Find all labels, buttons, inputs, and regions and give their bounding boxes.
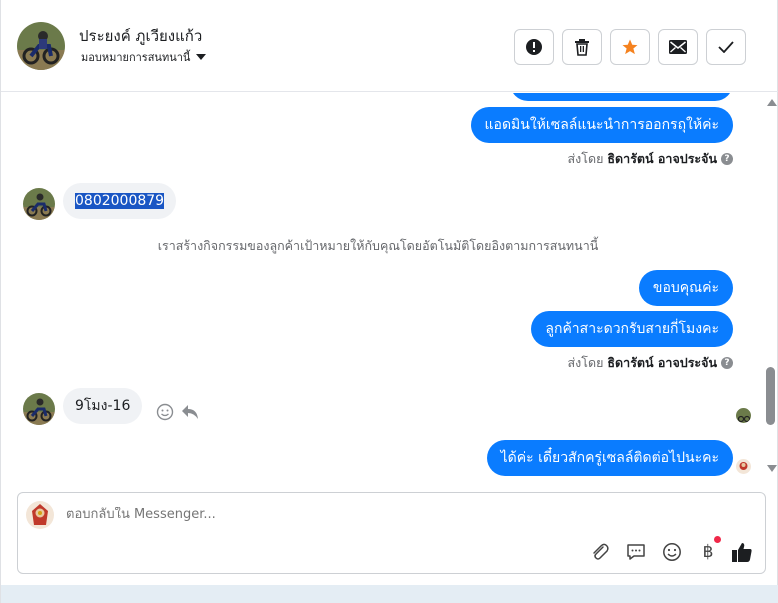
message-list[interactable]: แอดมินให้เซลล์แนะนำการออกรถุให้ค่ะ ส่งโด… <box>1 93 763 483</box>
contact-avatar-small[interactable] <box>23 393 55 425</box>
scroll-thumb[interactable] <box>766 367 775 425</box>
agent-avatar <box>26 501 54 529</box>
selected-phone-number[interactable]: 0802000879 <box>75 193 165 209</box>
reply-composer: ฿ <box>17 492 766 574</box>
agent-seen-avatar <box>736 459 751 474</box>
contact-avatar-small[interactable] <box>23 188 55 220</box>
message-bubble-outgoing[interactable]: ขอบคุณค่ะ <box>638 270 733 306</box>
caret-down-icon <box>196 54 207 60</box>
sent-by-label: ส่งโดย ธิดารัตน์ อาจประจัน ? <box>568 149 733 169</box>
sent-by-prefix: ส่งโดย <box>567 355 604 370</box>
message-bubble-incoming[interactable]: 9โมง-16 <box>63 388 143 424</box>
like-icon[interactable] <box>731 541 753 563</box>
envelope-icon <box>669 40 687 54</box>
delete-button[interactable] <box>562 29 602 65</box>
attachment-icon[interactable] <box>589 541 611 563</box>
message-bubble-outgoing[interactable]: ลูกค้าสาะดวกรับสายกี่โมงคะ <box>531 311 733 347</box>
info-icon[interactable]: ? <box>721 357 733 369</box>
spam-report-button[interactable] <box>514 29 554 65</box>
conversation-panel: ประยงค์ ภูเวียงแก้ว มอบหมายการสนทนานี้ แ… <box>0 0 778 603</box>
alert-icon <box>526 39 542 55</box>
message-scrollbar[interactable] <box>763 93 778 483</box>
contact-name: ประยงค์ ภูเวียงแก้ว <box>79 27 203 45</box>
saved-reply-icon[interactable] <box>625 541 647 563</box>
seen-avatar <box>736 408 751 423</box>
message-bubble-incoming[interactable]: 0802000879 <box>63 183 177 219</box>
reply-icon[interactable] <box>181 404 199 420</box>
contact-avatar[interactable] <box>17 22 65 70</box>
assign-label: มอบหมายการสนทนานี้ <box>81 51 191 64</box>
sent-by-label: ส่งโดย ธิดารัตน์ อาจประจัน ? <box>568 353 733 373</box>
message-bubble-outgoing-clipped[interactable] <box>510 93 733 101</box>
message-bubble-outgoing[interactable]: แอดมินให้เซลล์แนะนำการออกรถุให้ค่ะ <box>470 107 733 143</box>
trash-icon <box>575 39 589 56</box>
scroll-down-arrow-icon[interactable] <box>767 465 777 472</box>
reply-input[interactable] <box>66 507 566 522</box>
assign-conversation-dropdown[interactable]: มอบหมายการสนทนานี้ <box>81 48 207 66</box>
mark-unread-button[interactable] <box>658 29 698 65</box>
sent-by-agent: ธิดารัตน์ อาจประจัน <box>607 355 717 370</box>
checkmark-icon <box>718 41 734 53</box>
mark-done-button[interactable] <box>706 29 746 65</box>
star-icon <box>622 39 638 55</box>
scroll-up-arrow-icon[interactable] <box>767 99 777 106</box>
message-bubble-outgoing[interactable]: ได้ค่ะ เดี๋ยวสักครู่เซลล์ติดต่อไปนะคะ <box>486 440 733 476</box>
sent-by-agent: ธิดารัตน์ อาจประจัน <box>607 151 717 166</box>
emoji-icon[interactable] <box>661 541 683 563</box>
info-icon[interactable]: ? <box>721 153 733 165</box>
react-emoji-icon[interactable] <box>156 403 174 421</box>
sent-by-prefix: ส่งโดย <box>567 151 604 166</box>
baht-payment-icon[interactable]: ฿ <box>697 536 721 563</box>
notification-dot <box>714 536 721 543</box>
bottom-bar <box>1 585 778 603</box>
system-notice: เราสร้างกิจกรรมของลูกค้าเป้าหมายให้กับคุ… <box>157 238 599 253</box>
conversation-header: ประยงค์ ภูเวียงแก้ว มอบหมายการสนทนานี้ <box>1 0 778 92</box>
star-button[interactable] <box>610 29 650 65</box>
